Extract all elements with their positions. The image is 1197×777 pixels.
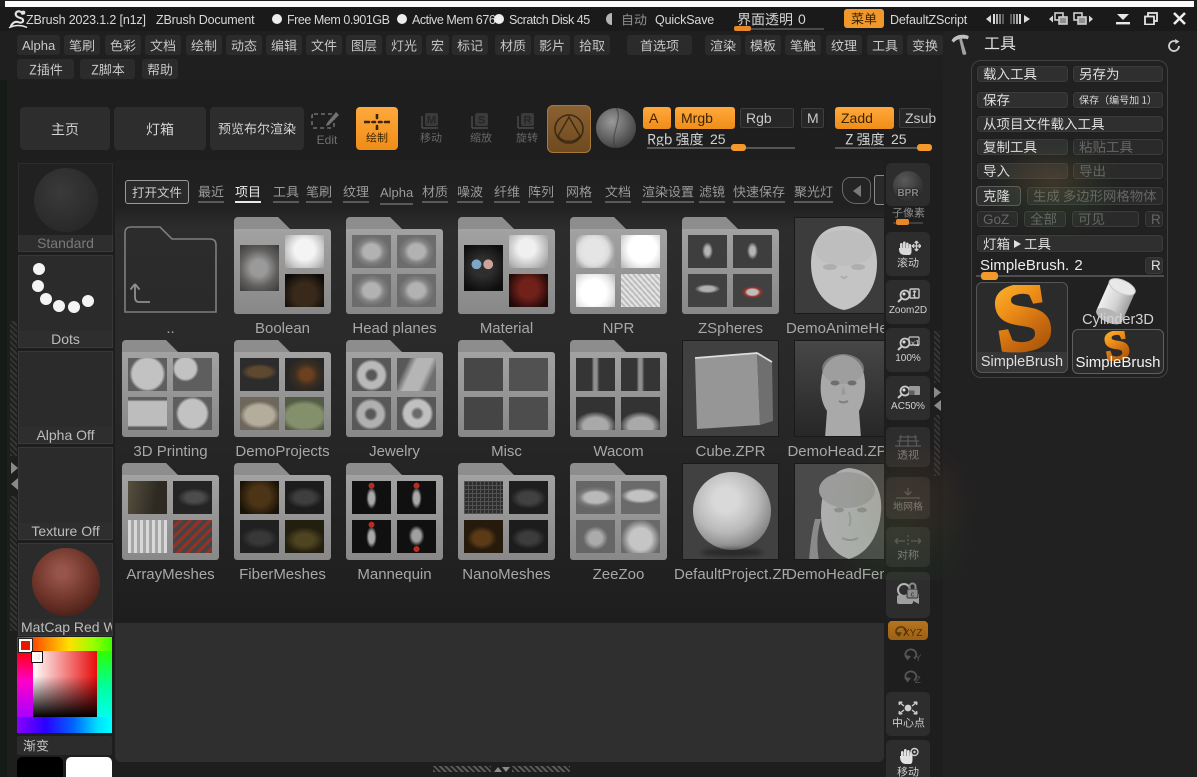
svg-text:S: S [478,115,485,127]
svg-text:R: R [524,115,532,127]
svg-text:S: S [987,285,1058,357]
svg-text:c: c [911,592,915,599]
svg-text:M: M [427,115,436,127]
svg-text:Z: Z [915,675,921,685]
svg-text:XYZ: XYZ [903,628,922,638]
svg-text:Y: Y [915,653,922,663]
